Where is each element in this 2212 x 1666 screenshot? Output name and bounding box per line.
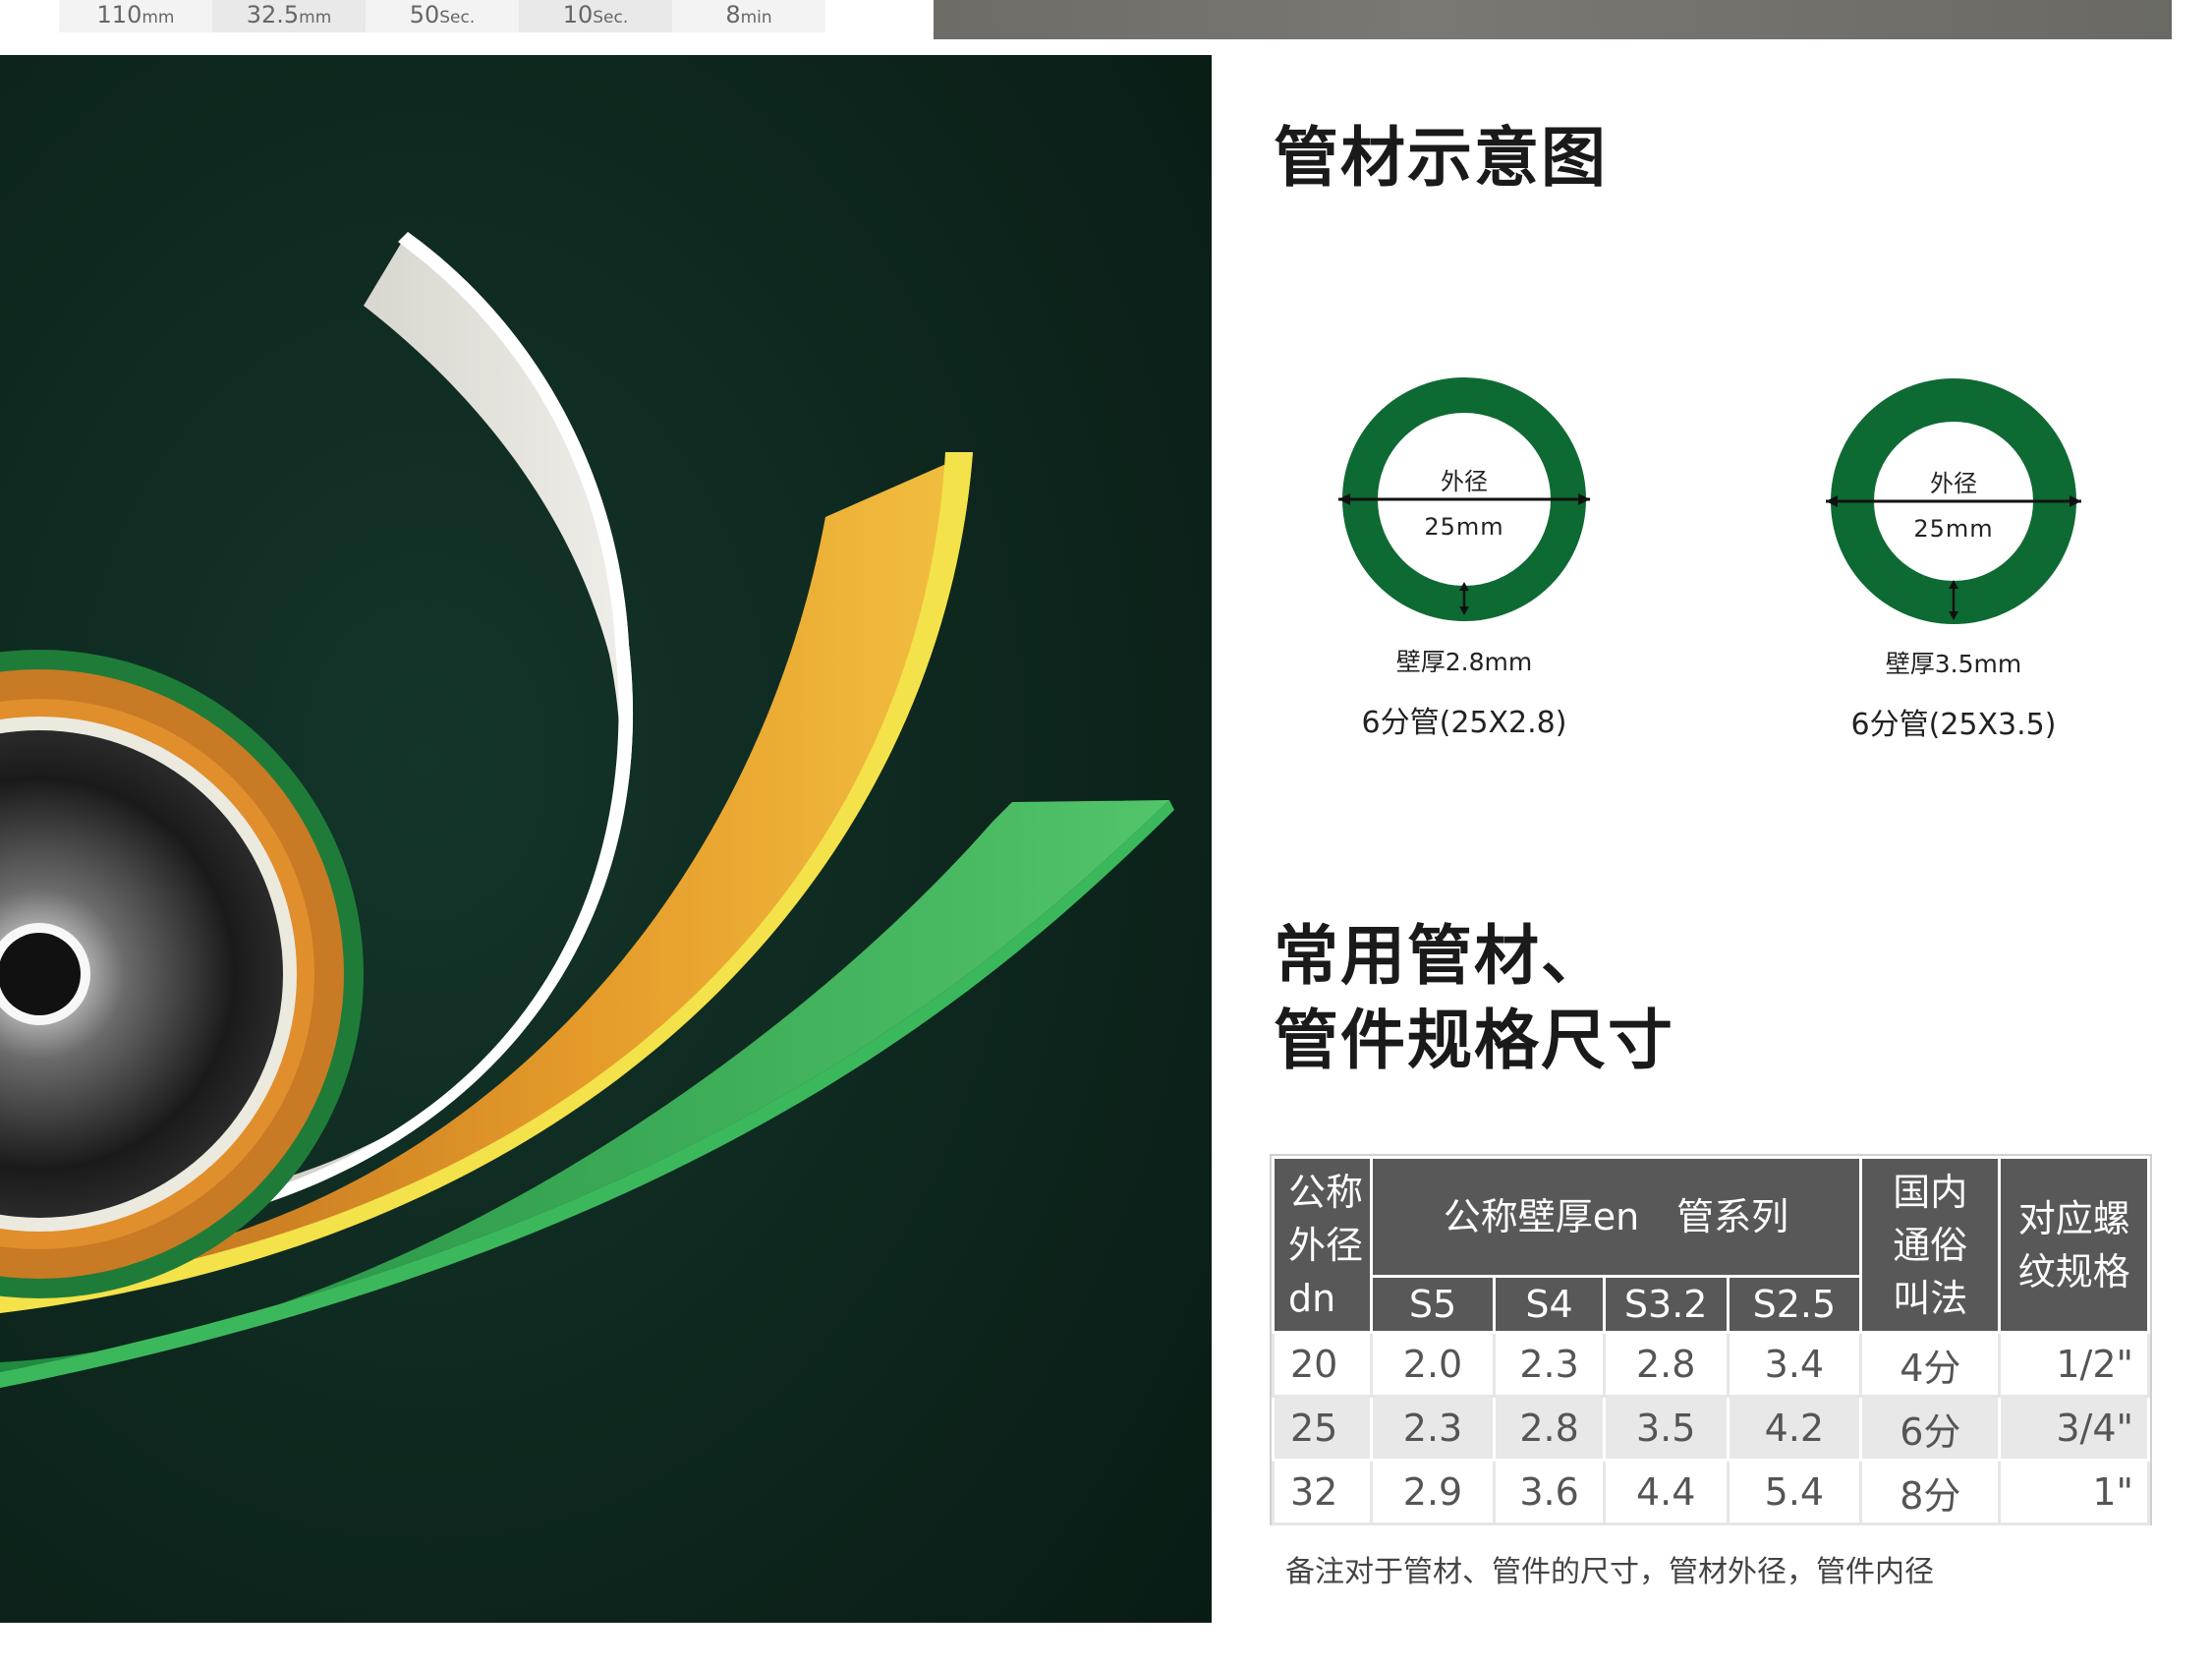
top-spec-strip: 110mm 32.5mm 50Sec. 10Sec. 8min xyxy=(59,0,825,32)
header-series-s4: S4 xyxy=(1493,1275,1606,1334)
header-thread-spec: 对应螺 纹规格 xyxy=(1998,1156,2150,1334)
cell-s2-5: 4.2 xyxy=(1726,1395,1863,1462)
outer-diameter-label: 外径 xyxy=(1930,470,1977,497)
top-spec-cell: 110mm xyxy=(59,0,212,32)
header-nominal-od: 公称 外径 dn xyxy=(1272,1156,1373,1334)
cell-s4: 2.8 xyxy=(1493,1395,1606,1462)
pipe-diagram-2: 外径 25mm 壁厚3.5mm 6分管(25X3.5) xyxy=(1787,373,2121,742)
cell-thread-spec: 1/2" xyxy=(1998,1331,2150,1398)
pipe-ring-1 xyxy=(1338,377,1590,621)
cell-s4: 2.3 xyxy=(1493,1331,1606,1398)
wall-thickness-label: 壁厚2.8mm xyxy=(1395,648,1533,676)
header-series-s5: S5 xyxy=(1369,1275,1497,1334)
cell-domestic-name: 4分 xyxy=(1859,1331,2002,1398)
pipe-artwork-image xyxy=(0,55,1212,1623)
cell-s2-5: 3.4 xyxy=(1726,1331,1863,1398)
cell-dn: 20 xyxy=(1272,1331,1373,1398)
cell-s5: 2.9 xyxy=(1369,1459,1497,1525)
table-row: 20 2.0 2.3 2.8 3.4 4分 1/2" xyxy=(1272,1331,2150,1398)
table-note: 备注对于管材、管件的尺寸，管材外径，管件内径 xyxy=(1285,1555,1934,1589)
top-spec-cell: 32.5mm xyxy=(212,0,366,32)
cell-s4: 3.6 xyxy=(1493,1459,1606,1525)
header-series-s3-2: S3.2 xyxy=(1602,1275,1730,1334)
outer-diameter-value: 25mm xyxy=(1424,513,1504,541)
outer-diameter-label: 外径 xyxy=(1441,468,1488,495)
table-row: 32 2.9 3.6 4.4 5.4 8分 1" xyxy=(1272,1459,2150,1525)
specs-heading-line-2: 管件规格尺寸 xyxy=(1274,1003,1674,1078)
cell-dn: 25 xyxy=(1272,1395,1373,1462)
cell-s2-5: 5.4 xyxy=(1726,1459,1863,1525)
top-photo-strip xyxy=(934,0,2172,39)
cell-s3-2: 2.8 xyxy=(1602,1331,1730,1398)
top-spec-cell: 10Sec. xyxy=(519,0,672,32)
outer-diameter-value: 25mm xyxy=(1913,515,1994,543)
cell-s5: 2.0 xyxy=(1369,1331,1497,1398)
top-spec-cell: 8min xyxy=(672,0,825,32)
table-row: 25 2.3 2.8 3.5 4.2 6分 3/4" xyxy=(1272,1395,2150,1462)
specs-heading-line-1: 常用管材、 xyxy=(1274,918,1608,994)
cell-domestic-name: 8分 xyxy=(1859,1459,2002,1525)
cell-thread-spec: 3/4" xyxy=(1998,1395,2150,1462)
cell-domestic-name: 6分 xyxy=(1859,1395,2002,1462)
pipe-caption: 6分管(25X3.5) xyxy=(1850,708,2057,742)
pipe-caption: 6分管(25X2.8) xyxy=(1361,706,1567,740)
cell-s3-2: 4.4 xyxy=(1602,1459,1730,1525)
header-series-s2-5: S2.5 xyxy=(1726,1275,1863,1334)
cell-s3-2: 3.5 xyxy=(1602,1395,1730,1462)
cell-s5: 2.3 xyxy=(1369,1395,1497,1462)
header-wall-thickness-group: 公称壁厚en 管系列 xyxy=(1369,1156,1863,1278)
header-domestic-name: 国内 通俗 叫法 xyxy=(1859,1156,2002,1334)
cell-dn: 32 xyxy=(1272,1459,1373,1525)
wall-thickness-label: 壁厚3.5mm xyxy=(1885,650,2022,678)
top-spec-cell: 50Sec. xyxy=(366,0,519,32)
pipe-diagram-1: 外径 25mm 壁厚2.8mm 6分管(25X2.8) xyxy=(1297,372,1631,740)
pipe-spec-table: 公称 外径 dn 公称壁厚en 管系列 国内 通俗 叫法 对应螺 纹规格 S5 … xyxy=(1272,1156,2150,1525)
cell-thread-spec: 1" xyxy=(1998,1459,2150,1525)
pipe-ring-2 xyxy=(1826,378,2081,624)
diagram-heading: 管材示意图 xyxy=(1274,120,1608,196)
specs-heading: 常用管材、 管件规格尺寸 xyxy=(1274,914,1674,1083)
